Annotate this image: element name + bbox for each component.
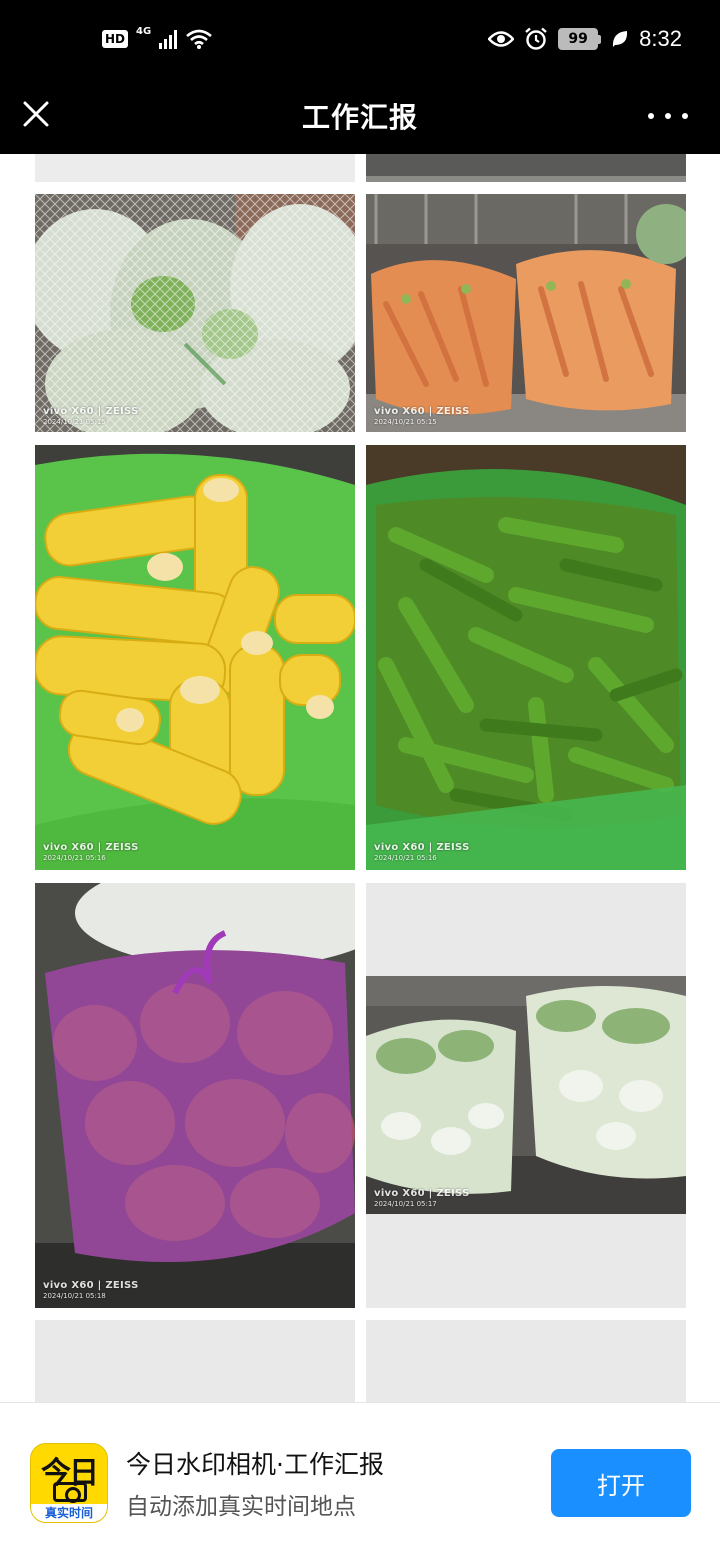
- photo-tile-carrots[interactable]: vivo X60 | ZEISS 2024/10/21 05:15: [366, 194, 686, 432]
- watermark-brand: vivo X60 | ZEISS: [374, 406, 470, 417]
- status-bar: HD 4G 99 8:32: [0, 0, 720, 84]
- peppers-photo: [366, 445, 686, 870]
- more-dot-icon: [648, 113, 654, 119]
- open-app-button[interactable]: 打开: [551, 1449, 691, 1517]
- camera-icon: [53, 1482, 87, 1503]
- battery-level: 99: [558, 28, 599, 50]
- watermark-timestamp: 2024/10/21 05:15: [374, 418, 437, 426]
- more-options-button[interactable]: [648, 102, 688, 130]
- photo-tile[interactable]: [366, 154, 686, 182]
- photo-tile-placeholder[interactable]: [366, 1320, 686, 1402]
- onions-photo: [35, 883, 355, 1308]
- corn-photo: [35, 445, 355, 870]
- photo-tile[interactable]: [35, 154, 355, 182]
- network-type: 4G: [136, 26, 152, 37]
- status-indicators-right: 99 8:32: [488, 26, 682, 52]
- hd-badge: HD: [102, 30, 129, 48]
- cabbage-photo: [35, 194, 355, 432]
- battery-indicator: 99: [558, 28, 602, 50]
- banner-title: 今日水印相机·工作汇报: [126, 1450, 384, 1479]
- watermark-brand: vivo X60 | ZEISS: [374, 1188, 470, 1199]
- more-dot-icon: [682, 113, 688, 119]
- watermark-timestamp: 2024/10/21 05:16: [43, 854, 106, 862]
- clock: 8:32: [639, 26, 682, 51]
- more-dot-icon: [665, 113, 671, 119]
- watermark-timestamp: 2024/10/21 05:15: [43, 418, 106, 426]
- watermark-brand: vivo X60 | ZEISS: [374, 842, 470, 853]
- watermark-brand: vivo X60 | ZEISS: [43, 1280, 139, 1291]
- photo-tile-onions[interactable]: vivo X60 | ZEISS 2024/10/21 05:18: [35, 883, 355, 1308]
- alarm-icon: [525, 27, 547, 50]
- eye-icon: [488, 31, 515, 47]
- photo-tile-peppers[interactable]: vivo X60 | ZEISS 2024/10/21 05:16: [366, 445, 686, 870]
- title-bar: 工作汇报: [0, 84, 720, 154]
- watermark-brand: vivo X60 | ZEISS: [43, 406, 139, 417]
- app-promo-banner: 今日 真实时间 今日水印相机·工作汇报 自动添加真实时间地点 打开: [0, 1402, 720, 1560]
- banner-subtitle: 自动添加真实时间地点: [126, 1494, 356, 1520]
- watermark-timestamp: 2024/10/21 05:16: [374, 854, 437, 862]
- status-indicators-left: HD 4G: [102, 26, 213, 50]
- photo-tile-placeholder[interactable]: [35, 1320, 355, 1402]
- page-title: 工作汇报: [301, 101, 418, 134]
- app-icon-strip: 真实时间: [31, 1504, 107, 1522]
- photo-tile-cabbage[interactable]: vivo X60 | ZEISS 2024/10/21 05:15: [35, 194, 355, 432]
- napa-cabbage-image: vivo X60 | ZEISS 2024/10/21 05:17: [366, 976, 686, 1214]
- signal-strength-icon: [159, 29, 178, 49]
- watermark-brand: vivo X60 | ZEISS: [43, 842, 139, 853]
- photo-tile-napa-cabbage[interactable]: vivo X60 | ZEISS 2024/10/21 05:17: [366, 883, 686, 1308]
- watermark-timestamp: 2024/10/21 05:18: [43, 1292, 106, 1300]
- watermark-timestamp: 2024/10/21 05:17: [374, 1200, 437, 1208]
- photo-tile-corn[interactable]: vivo X60 | ZEISS 2024/10/21 05:16: [35, 445, 355, 870]
- leaf-icon: [613, 31, 628, 47]
- app-icon[interactable]: 今日 真实时间: [30, 1443, 108, 1523]
- napa-cabbage-photo: [366, 976, 686, 1214]
- wifi-icon: [186, 29, 213, 49]
- carrots-photo: [366, 194, 686, 432]
